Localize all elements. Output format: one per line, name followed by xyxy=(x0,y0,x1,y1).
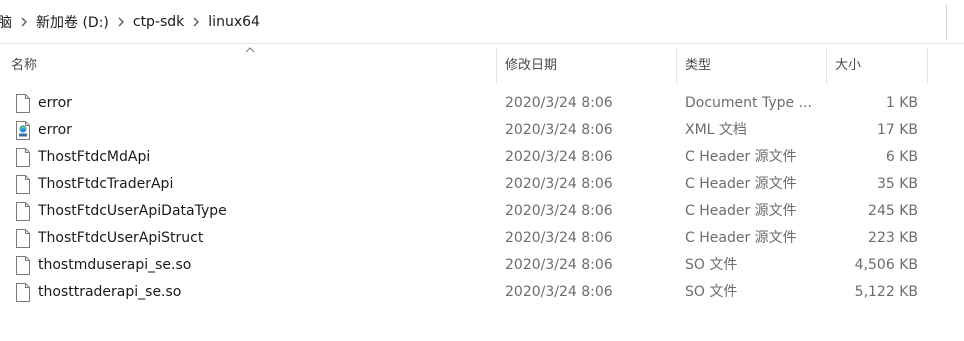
document-file-icon xyxy=(16,283,30,302)
document-file-icon xyxy=(16,94,30,113)
document-file-icon xyxy=(16,202,30,221)
document-file-icon xyxy=(16,148,30,167)
breadcrumb: 脑 新加卷 (D:) ctp-sdk linux64 xyxy=(0,12,262,32)
column-header-row: 名称 修改日期 类型 大小 xyxy=(0,44,964,84)
file-row[interactable]: error 2020/3/24 8:06 XML 文档 17 KB xyxy=(0,117,964,144)
file-type: C Header 源文件 xyxy=(685,149,797,165)
file-date-modified: 2020/3/24 8:06 xyxy=(505,122,613,138)
file-type: SO 文件 xyxy=(685,257,738,273)
address-bar[interactable]: 脑 新加卷 (D:) ctp-sdk linux64 xyxy=(0,0,964,44)
breadcrumb-item-linux64[interactable]: linux64 xyxy=(206,14,262,30)
column-header-name[interactable]: 名称 xyxy=(3,44,496,84)
file-name: thostmduserapi_se.so xyxy=(38,257,192,273)
file-date-modified: 2020/3/24 8:06 xyxy=(505,257,613,273)
file-name: ThostFtdcUserApiStruct xyxy=(38,230,204,246)
column-divider[interactable] xyxy=(927,48,928,84)
column-header-date-modified[interactable]: 修改日期 xyxy=(497,44,677,84)
file-name: ThostFtdcMdApi xyxy=(38,149,151,165)
file-date-modified: 2020/3/24 8:06 xyxy=(505,149,613,165)
file-name: error xyxy=(38,122,72,138)
file-list: error 2020/3/24 8:06 Document Type ... 1… xyxy=(0,90,964,306)
file-date-modified: 2020/3/24 8:06 xyxy=(505,203,613,219)
file-date-modified: 2020/3/24 8:06 xyxy=(505,176,613,192)
document-file-icon xyxy=(16,256,30,275)
xml-file-icon xyxy=(16,121,30,140)
file-row[interactable]: ThostFtdcTraderApi 2020/3/24 8:06 C Head… xyxy=(0,171,964,198)
file-date-modified: 2020/3/24 8:06 xyxy=(505,284,613,300)
file-row[interactable]: ThostFtdcUserApiDataType 2020/3/24 8:06 … xyxy=(0,198,964,225)
file-explorer-window: 脑 新加卷 (D:) ctp-sdk linux64 名称 修改日期 类型 大小 xyxy=(0,0,964,341)
file-row[interactable]: ThostFtdcUserApiStruct 2020/3/24 8:06 C … xyxy=(0,225,964,252)
file-size: 35 KB xyxy=(876,176,918,192)
file-date-modified: 2020/3/24 8:06 xyxy=(505,95,613,111)
breadcrumb-item-computer[interactable]: 脑 xyxy=(0,12,14,32)
file-size: 223 KB xyxy=(868,230,918,246)
file-row[interactable]: error 2020/3/24 8:06 Document Type ... 1… xyxy=(0,90,964,117)
file-size: 1 KB xyxy=(885,95,918,111)
file-date-modified: 2020/3/24 8:06 xyxy=(505,230,613,246)
file-type: C Header 源文件 xyxy=(685,176,797,192)
breadcrumb-item-drive-d[interactable]: 新加卷 (D:) xyxy=(34,12,111,32)
file-row[interactable]: thosttraderapi_se.so 2020/3/24 8:06 SO 文… xyxy=(0,279,964,306)
chevron-right-icon[interactable] xyxy=(14,17,34,27)
file-row[interactable]: thostmduserapi_se.so 2020/3/24 8:06 SO 文… xyxy=(0,252,964,279)
file-row[interactable]: ThostFtdcMdApi 2020/3/24 8:06 C Header 源… xyxy=(0,144,964,171)
file-type: C Header 源文件 xyxy=(685,203,797,219)
file-name: error xyxy=(38,95,72,111)
chevron-right-icon[interactable] xyxy=(111,17,131,27)
file-name: ThostFtdcUserApiDataType xyxy=(38,203,227,219)
file-type: SO 文件 xyxy=(685,284,738,300)
address-bar-divider xyxy=(946,4,947,40)
file-size: 17 KB xyxy=(876,122,918,138)
file-type: C Header 源文件 xyxy=(685,230,797,246)
column-header-size[interactable]: 大小 xyxy=(827,44,928,84)
file-name: ThostFtdcTraderApi xyxy=(38,176,174,192)
column-header-type[interactable]: 类型 xyxy=(677,44,827,84)
file-size: 245 KB xyxy=(868,203,918,219)
chevron-right-icon[interactable] xyxy=(186,17,206,27)
breadcrumb-item-ctp-sdk[interactable]: ctp-sdk xyxy=(131,14,186,30)
file-size: 5,122 KB xyxy=(854,284,918,300)
file-type: XML 文档 xyxy=(685,122,747,138)
file-name: thosttraderapi_se.so xyxy=(38,284,182,300)
document-file-icon xyxy=(16,175,30,194)
file-size: 6 KB xyxy=(885,149,918,165)
document-file-icon xyxy=(16,229,30,248)
file-type: Document Type ... xyxy=(685,95,812,111)
file-size: 4,506 KB xyxy=(854,257,918,273)
